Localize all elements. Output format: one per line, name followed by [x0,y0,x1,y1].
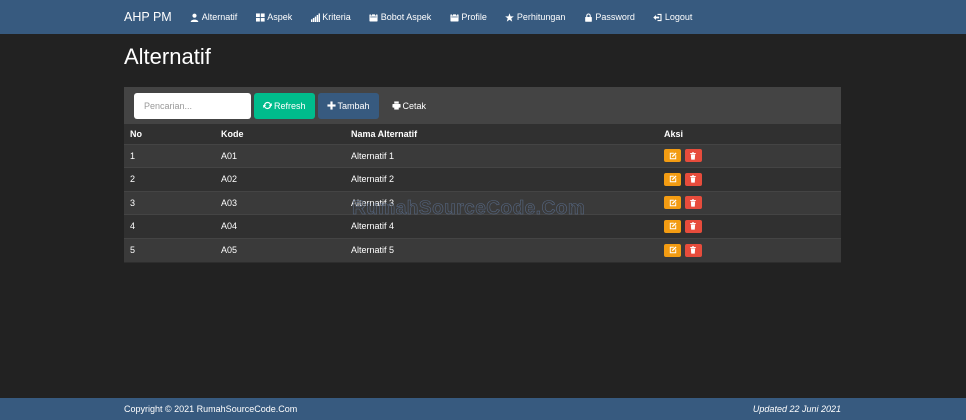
nav-item-label: Profile [461,12,487,22]
refresh-button[interactable]: Refresh [254,92,315,119]
delete-button[interactable] [684,219,702,233]
cetak-button[interactable]: Cetak [383,93,436,119]
nav-item-profile[interactable]: Profile [449,12,487,22]
alternatif-table: No Kode Nama Alternatif Aksi 1 A01 Alter… [124,124,841,262]
nav-item-label: Kriteria [322,12,351,22]
column-header-nama: Nama Alternatif [351,128,418,139]
nav-item-password[interactable]: Password [583,12,635,22]
table-row: 2 A02 Alternatif 2 [124,167,841,192]
table-row: 1 A01 Alternatif 1 [124,144,841,168]
footer-updated: Updated 22 Juni 2021 [752,404,841,414]
print-icon [391,101,401,110]
table-row: 3 A03 Alternatif 3 [124,191,841,215]
cell-aksi [658,168,841,192]
table-header-row: No Kode Nama Alternatif Aksi [124,124,841,144]
cell-kode: A04 [221,221,238,232]
cell-no: 5 [130,245,136,255]
nav-item-label: Bobot Aspek [380,12,432,22]
cell-nama: Alternatif 4 [351,221,395,232]
cell-kode: A03 [221,197,238,208]
cell-nama: Alternatif 2 [351,174,395,185]
cell-no: 4 [130,221,136,232]
cell-nama: Alternatif 3 [351,197,395,208]
nav-item-label: Aspek [267,12,293,22]
edit-button[interactable] [664,172,681,186]
column-header-aksi: Aksi [664,128,684,139]
cell-kode: A05 [221,245,238,255]
signal-icon [310,12,320,22]
column-header-no: No [130,128,142,139]
cell-no: 3 [130,197,136,208]
trash-icon [690,246,696,254]
table-row: 5 A05 Alternatif 5 [124,238,841,262]
cell-aksi [658,215,841,239]
lock-icon [583,12,593,22]
page-title: Alternatif [124,44,211,69]
edit-icon [669,199,677,206]
cell-aksi [658,191,841,215]
edit-icon [669,175,677,183]
data-panel: Refresh Tambah Cetak No Kode Nama Altern… [124,87,841,263]
edit-icon [669,152,677,159]
edit-icon [669,246,677,254]
nav-item-label: Logout [664,12,693,22]
delete-button[interactable] [684,196,702,210]
nav-item-label: Password [595,12,635,22]
edit-button[interactable] [664,149,681,163]
cell-kode: A01 [221,150,238,161]
nav-item-perhitungan[interactable]: Perhitungan [505,12,566,22]
edit-button[interactable] [664,219,681,233]
edit-icon [669,222,677,230]
table-row: 4 A04 Alternatif 4 [124,214,841,239]
nav-item-label: Perhitungan [516,12,566,22]
nav-item-kriteria[interactable]: Kriteria [310,12,351,22]
nav-item-label: Alternatif [201,12,238,22]
cell-kode: A02 [221,174,238,185]
user-icon [190,12,200,22]
column-header-kode: Kode [221,128,244,139]
grid-icon [255,12,265,22]
trash-icon [690,222,696,230]
trash-icon [690,152,696,160]
calendar-icon [449,12,459,22]
footer: Copyright © 2021 RumahSourceCode.Com Upd… [0,398,966,420]
toolbar: Refresh Tambah Cetak [124,87,841,124]
edit-button[interactable] [664,196,681,210]
refresh-button-label: Refresh [274,100,306,111]
tambah-button[interactable]: Tambah [317,92,379,119]
nav-item-bobot-aspek[interactable]: Bobot Aspek [369,12,432,22]
nav-item-logout[interactable]: Logout [653,12,693,22]
nav-item-alternatif[interactable]: Alternatif [190,12,238,22]
cell-no: 2 [130,174,136,185]
cell-no: 1 [130,150,136,161]
star-icon [505,12,515,22]
delete-button[interactable] [684,149,702,163]
plus-icon [326,101,336,110]
cell-nama: Alternatif 5 [351,245,395,255]
cetak-button-label: Cetak [402,100,427,111]
delete-button[interactable] [684,243,702,257]
logout-icon [653,12,663,22]
brand-link[interactable]: AHP PM [124,10,172,24]
tambah-button-label: Tambah [337,100,370,111]
edit-button[interactable] [664,243,681,257]
calendar-icon [369,12,379,22]
trash-icon [690,199,696,207]
footer-copyright: Copyright © 2021 RumahSourceCode.Com [124,404,298,414]
refresh-icon [263,101,272,110]
cell-aksi [658,144,841,168]
cell-aksi [658,238,841,262]
search-input[interactable] [134,92,251,119]
trash-icon [690,175,696,183]
cell-nama: Alternatif 1 [351,150,395,161]
navbar: AHP PM Alternatif Aspek Kriteria Bobot A… [0,0,966,34]
nav-item-aspek[interactable]: Aspek [255,12,292,22]
delete-button[interactable] [684,172,702,186]
